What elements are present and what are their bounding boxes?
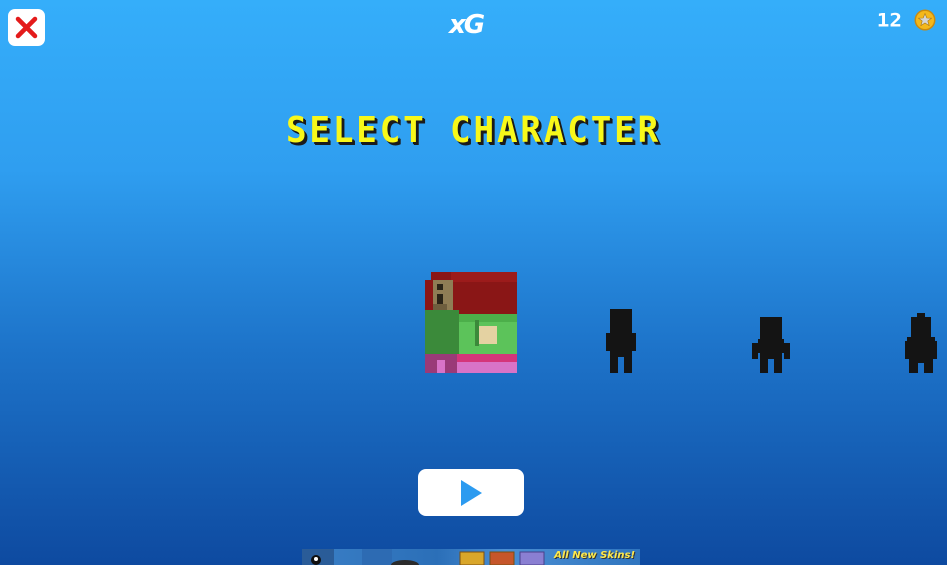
- close-button[interactable]: [8, 9, 45, 46]
- logo-text: xG: [449, 10, 485, 40]
- character-locked[interactable]: [752, 317, 790, 373]
- coin-icon: [914, 9, 936, 31]
- locked-character-silhouette-icon: [606, 309, 636, 373]
- locked-character-silhouette-icon: [752, 317, 790, 373]
- character-selected[interactable]: [425, 272, 517, 373]
- ad-text: All New Skins!: [554, 550, 635, 561]
- locked-character-silhouette-icon: [905, 313, 937, 373]
- coin-count: 12: [876, 9, 902, 31]
- character-locked[interactable]: [905, 313, 937, 373]
- play-icon: [461, 479, 482, 506]
- page-title: SELECT CHARACTER: [285, 110, 662, 151]
- game-logo: xG: [449, 10, 493, 40]
- ad-banner[interactable]: All New Skins!: [302, 549, 640, 565]
- red-haired-girl-character-icon: [425, 272, 517, 373]
- play-button[interactable]: [418, 469, 524, 516]
- coin-counter: 12: [877, 8, 936, 32]
- close-icon: [15, 16, 38, 39]
- character-locked[interactable]: [606, 309, 636, 373]
